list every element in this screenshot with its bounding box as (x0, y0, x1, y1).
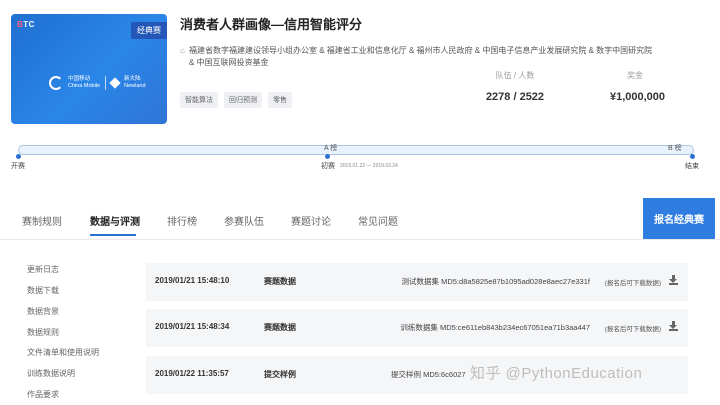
row-date: 2019/01/21 15:48:10 (155, 276, 230, 285)
tab-rules[interactable]: 赛制规则 (22, 213, 62, 228)
row-note: (报名后可下载数据) (604, 280, 661, 287)
start-label: 开赛 (11, 163, 25, 170)
row-type: 提交样例 (264, 370, 296, 379)
classic-badge: 经典赛 (131, 22, 167, 39)
row-type: 赛题数据 (264, 323, 296, 332)
table-row: 2019/01/21 15:48:34 赛题数据 训练数据集 MD5:ce611… (146, 309, 688, 347)
organizers: ⌂ 福建省数字福建建设领导小组办公室 & 福建省工业和信息化厅 & 福州市人民政府… (180, 46, 653, 67)
stage-b-label: B 榜 (668, 145, 682, 152)
tag-list: 智能算法 回归预测 零售 (180, 92, 292, 108)
competition-banner[interactable]: BTC 经典赛 中国移动 China Mobile 新大陆 Newland (11, 14, 167, 124)
table-row: 2019/01/21 15:48:10 赛题数据 测试数据集 MD5:d8a58… (146, 263, 688, 301)
logo-divider (105, 76, 107, 90)
prize-label: 奖金 (627, 71, 643, 80)
end-label: 结束 (685, 163, 699, 170)
newland-logo-icon (109, 77, 121, 89)
row-file: 训练数据集 MD5:ce611eb843b234ec67051ea71b3aa4… (400, 323, 590, 332)
timeline-prelim-dot (325, 154, 330, 159)
timeline-bar (18, 145, 694, 155)
row-note: (报名后可下载数据) (604, 326, 661, 333)
tab-bar: 赛制规则 数据与评测 排行榜 参赛队伍 赛题讨论 常见问题 (0, 198, 720, 240)
download-icon[interactable] (669, 321, 678, 331)
tab-faq[interactable]: 常见问题 (358, 213, 398, 228)
page-title: 消费者人群画像—信用智能评分 (180, 17, 363, 32)
tab-teams[interactable]: 参赛队伍 (224, 213, 264, 228)
sidebar-item-training-data[interactable]: 训练数据说明 (27, 368, 75, 379)
tag[interactable]: 零售 (268, 92, 292, 108)
tab-discussion[interactable]: 赛题讨论 (291, 213, 331, 228)
competition-page: BTC 经典赛 中国移动 China Mobile 新大陆 Newland 消费者人… (0, 0, 720, 405)
timeline: A 榜 B 榜 (18, 143, 694, 157)
teams-value: 2278 / 2522 (485, 91, 545, 103)
prelim-dates: 2019.01.22 — 2019.03.24 (340, 163, 398, 169)
register-button[interactable]: 报名经典赛 (643, 198, 715, 239)
row-file: 提交样例 MD5:6c6027 (391, 370, 466, 379)
sidebar-item-requirements[interactable]: 作品要求 (27, 389, 59, 400)
tab-leaderboard[interactable]: 排行榜 (167, 213, 197, 228)
china-mobile-logo-icon (49, 76, 63, 90)
row-type: 赛题数据 (264, 277, 296, 286)
teams-label: 队伍 / 人数 (495, 71, 535, 80)
row-date: 2019/01/21 15:48:34 (155, 322, 230, 331)
prize-value: ¥1,000,000 (609, 91, 666, 103)
tag[interactable]: 回归预测 (224, 92, 262, 108)
sidebar-item-changelog[interactable]: 更新日志 (27, 264, 59, 275)
tag[interactable]: 智能算法 (180, 92, 218, 108)
prelim-label: 初赛 (321, 163, 335, 170)
btc-logo: BTC (17, 20, 35, 29)
tab-data-evaluation[interactable]: 数据与评测 (90, 213, 140, 228)
stage-a-label: A 榜 (324, 145, 338, 152)
timeline-start-dot (16, 154, 21, 159)
watermark: 知乎 @PythonEducation (470, 365, 643, 382)
row-file: 测试数据集 MD5:d8a5825e87b1095ad028e8aec27e33… (401, 277, 590, 286)
organizer-icon: ⌂ (180, 46, 185, 55)
download-icon[interactable] (669, 275, 678, 285)
sidebar-item-file-list[interactable]: 文件清单和使用说明 (27, 347, 99, 358)
sidebar-item-background[interactable]: 数据背景 (27, 306, 59, 317)
sidebar-item-rules[interactable]: 数据规则 (27, 327, 59, 338)
row-date: 2019/01/22 11:35:57 (155, 369, 229, 378)
sponsor-logos: 中国移动 China Mobile 新大陆 Newland (49, 76, 146, 90)
sidebar-item-download[interactable]: 数据下载 (27, 285, 59, 296)
active-tab-indicator (90, 234, 136, 236)
timeline-end-dot (690, 154, 695, 159)
